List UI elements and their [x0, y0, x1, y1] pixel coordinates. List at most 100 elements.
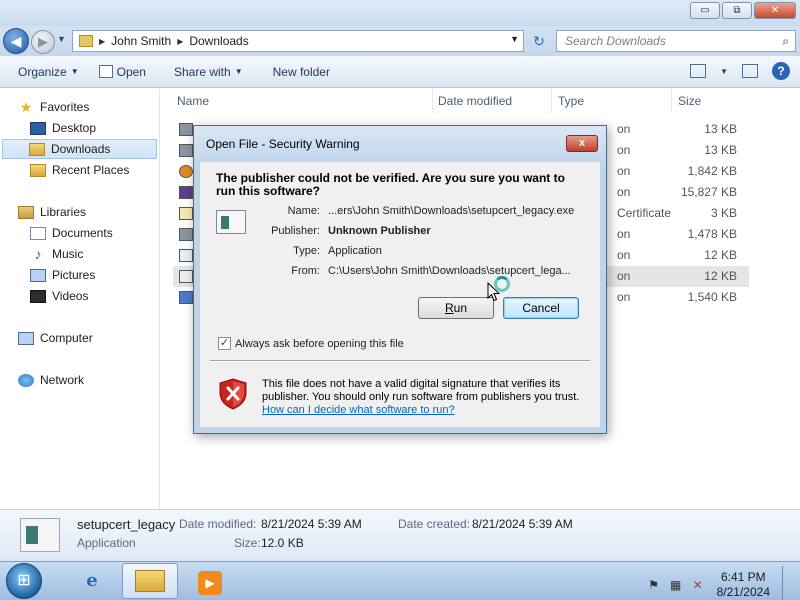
details-date-created: 8/21/2024 5:39 AM [472, 517, 573, 531]
show-desktop-button[interactable] [782, 566, 792, 600]
file-icon [179, 270, 193, 283]
nav-favorites-label: Favorites [40, 100, 90, 114]
dialog-warning-text: This file does not have a valid digital … [262, 378, 580, 403]
file-size: 1,842 KB [687, 164, 737, 178]
always-ask-option[interactable]: ✓ Always ask before opening this file [218, 337, 404, 350]
file-size: 1,540 KB [687, 290, 737, 304]
help-icon[interactable]: ? [772, 62, 790, 80]
busy-spinner-icon [494, 276, 510, 292]
search-icon[interactable]: ⌕ [782, 31, 789, 51]
clock-date: 8/21/2024 [716, 585, 770, 599]
file-size: 12 KB [704, 269, 737, 283]
from-label: From: [291, 265, 320, 277]
dialog-close-button[interactable]: x [566, 135, 598, 152]
view-controls: ▼ ? [690, 62, 790, 80]
always-ask-label[interactable]: Always ask before opening this file [235, 338, 404, 350]
column-header-type[interactable]: Type [558, 89, 672, 113]
nav-pictures[interactable]: Pictures [30, 265, 158, 285]
libraries-icon [18, 205, 34, 219]
navigation-pane: ★ Favorites Desktop Downloads Recent Pla… [0, 89, 160, 509]
name-label: Name: [287, 205, 320, 217]
flag-icon[interactable]: ⚑ [647, 578, 661, 592]
file-icon [179, 291, 193, 304]
pictures-icon [30, 268, 46, 282]
type-value: Application [328, 245, 382, 257]
media-player-icon[interactable]: ▶ [182, 563, 238, 599]
details-size-label: Size: [234, 536, 261, 550]
minimize-button[interactable]: ▭ [690, 2, 720, 19]
cancel-button[interactable]: Cancel [503, 297, 579, 319]
file-type: on [617, 290, 631, 304]
nav-pictures-label: Pictures [52, 268, 96, 282]
search-input[interactable]: Search Downloads ⌕ [556, 30, 796, 52]
maximize-button[interactable]: ⧉ [722, 2, 752, 19]
column-header-name[interactable]: Name [177, 89, 433, 113]
forward-button[interactable]: ▶ [31, 30, 55, 54]
nav-favorites[interactable]: ★ Favorites [18, 97, 158, 117]
recent-pages-dropdown[interactable]: ▼ [57, 34, 66, 44]
change-view-icon[interactable] [690, 64, 707, 78]
network-status-icon[interactable]: ▦ [669, 578, 683, 592]
column-header-size[interactable]: Size [678, 89, 758, 113]
open-button[interactable]: Open [98, 65, 146, 79]
file-type: on [617, 185, 631, 199]
new-folder-button[interactable]: New folder [273, 65, 330, 79]
file-size: 13 KB [704, 122, 737, 136]
column-header-date-modified[interactable]: Date modified [438, 89, 552, 113]
open-icon [98, 65, 113, 78]
preview-pane-icon[interactable] [742, 64, 758, 78]
internet-explorer-icon[interactable]: e [64, 563, 120, 599]
share-with-button[interactable]: Share with ▼ [174, 65, 243, 79]
refresh-button[interactable]: ↻ [528, 31, 550, 51]
nav-downloads[interactable]: Downloads [2, 139, 157, 159]
file-type: on [617, 269, 631, 283]
star-icon: ★ [19, 98, 33, 115]
explorer-taskbar-button[interactable] [122, 563, 178, 599]
desktop-icon [30, 121, 46, 135]
file-type: on [617, 248, 631, 262]
dialog-titlebar: Open File - Security Warning x [194, 126, 606, 162]
close-window-button[interactable]: ✕ [754, 2, 796, 19]
dialog-title: Open File - Security Warning [206, 137, 360, 151]
always-ask-checkbox[interactable]: ✓ [218, 337, 231, 350]
chevron-down-icon[interactable]: ▼ [720, 67, 728, 76]
start-button[interactable]: ⊞ [6, 563, 42, 599]
shield-warning-icon [219, 378, 247, 410]
folder-icon [135, 570, 165, 592]
help-link[interactable]: How can I decide what software to run? [262, 404, 455, 416]
dialog-divider [210, 360, 590, 362]
name-value: ...ers\John Smith\Downloads\setupcert_le… [328, 205, 575, 217]
breadcrumb-john-smith[interactable]: John Smith [111, 34, 171, 48]
details-pane: setupcert_legacy Application Date modifi… [0, 509, 800, 561]
type-label: Type: [293, 245, 320, 257]
nav-computer[interactable]: Computer [18, 328, 158, 348]
breadcrumb-downloads[interactable]: Downloads [189, 34, 248, 48]
network-icon [18, 373, 34, 387]
nav-documents[interactable]: Documents [30, 223, 158, 243]
downloads-folder-icon [29, 142, 45, 156]
file-type: on [617, 122, 631, 136]
nav-recent-places[interactable]: Recent Places [30, 160, 158, 180]
clock[interactable]: 6:41 PM 8/21/2024 [717, 570, 770, 600]
nav-music[interactable]: ♪ Music [30, 244, 158, 264]
nav-libraries[interactable]: Libraries [18, 202, 158, 222]
window-titlebar: ▭ ⧉ ✕ [0, 0, 800, 26]
details-date-modified-label: Date modified: [179, 517, 257, 531]
file-size: 3 KB [710, 206, 737, 220]
music-icon: ♪ [34, 245, 42, 262]
details-date-created-label: Date created: [398, 517, 471, 531]
organize-button[interactable]: Organize ▼ [18, 65, 79, 79]
breadcrumb-separator-icon[interactable]: ▶ [177, 37, 183, 46]
folder-icon [79, 35, 93, 47]
volume-muted-icon[interactable]: ✕ [691, 578, 705, 592]
file-icon [179, 123, 193, 136]
nav-videos[interactable]: Videos [30, 286, 158, 306]
file-type: Certificate [617, 206, 672, 220]
address-dropdown-icon[interactable]: ▼ [510, 34, 519, 44]
address-bar[interactable]: ▶ John Smith ▶ Downloads ▼ [72, 30, 524, 52]
run-button[interactable]: Run [418, 297, 494, 319]
nav-network[interactable]: Network [18, 370, 158, 390]
breadcrumb-separator-icon[interactable]: ▶ [99, 37, 105, 46]
back-button[interactable]: ◀ [3, 28, 29, 54]
nav-desktop[interactable]: Desktop [30, 118, 158, 138]
